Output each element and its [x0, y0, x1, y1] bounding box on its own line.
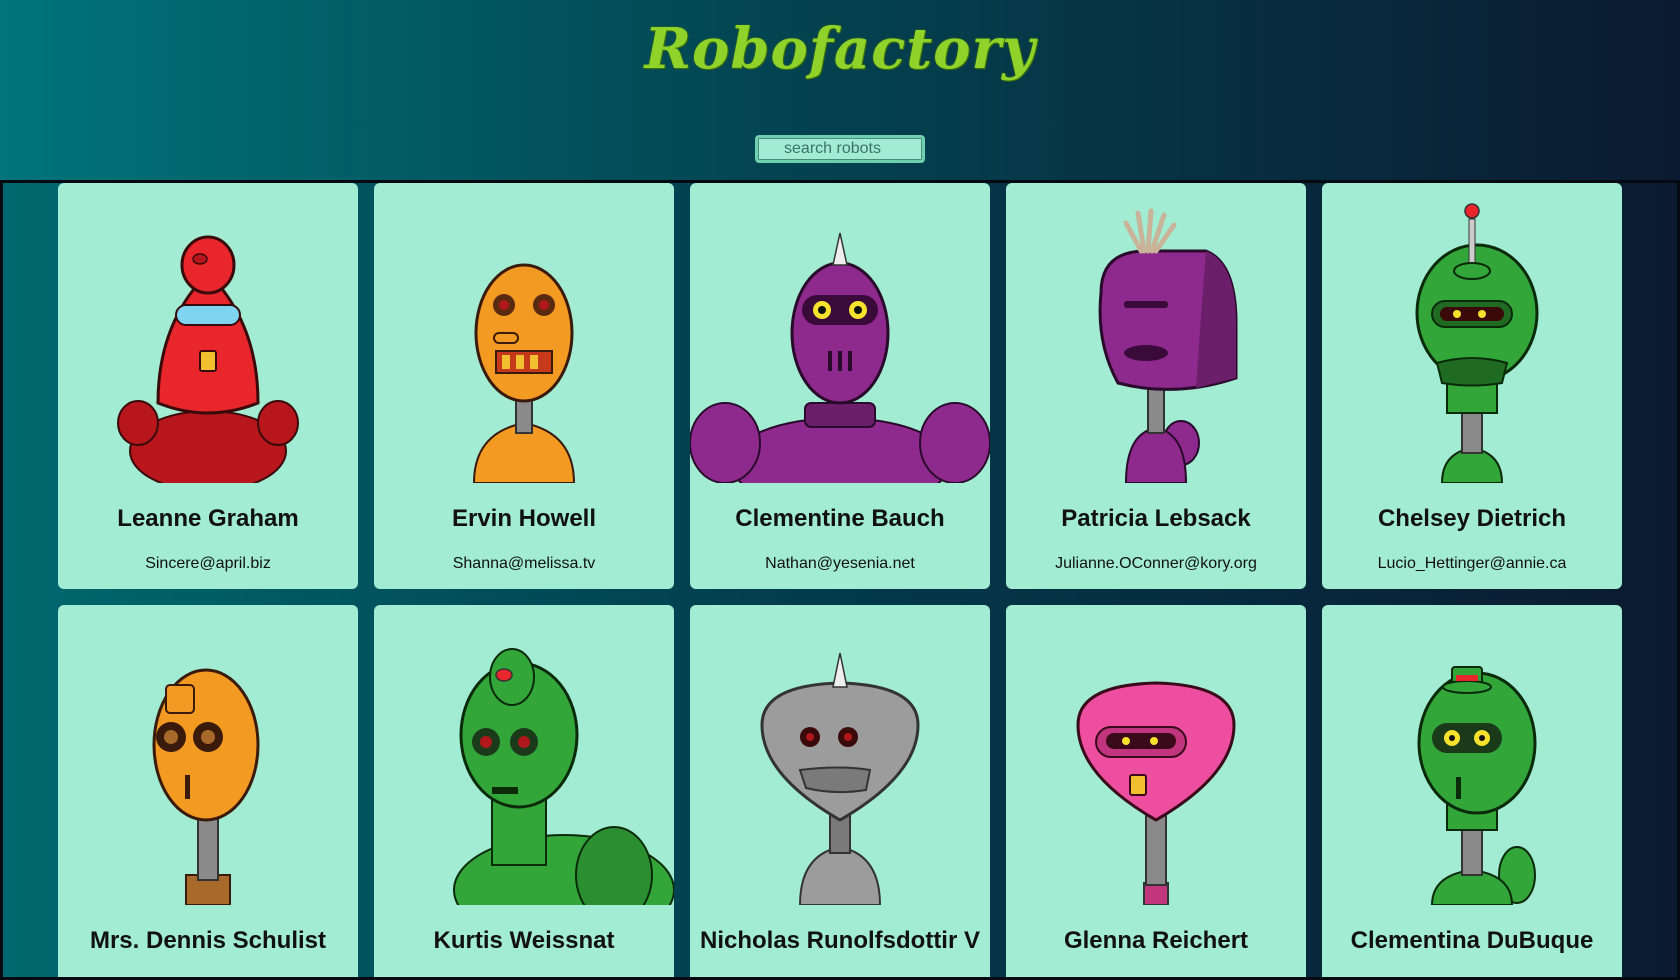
app-header: Robofactory — [0, 0, 1680, 180]
robot-avatar — [760, 652, 920, 905]
robot-name: Patricia Lebsack — [1061, 505, 1251, 532]
robot-name: Leanne Graham — [117, 505, 299, 532]
robot-name: Mrs. Dennis Schulist — [89, 927, 327, 954]
robot-avatar — [152, 668, 260, 905]
robot-avatar — [1076, 681, 1236, 905]
robot-email: Nathan@yesenia.net — [765, 555, 915, 572]
robot-avatar — [117, 235, 299, 483]
robot-card[interactable]: Clementina DuBuque — [1322, 605, 1622, 977]
robot-name: Clementina DuBuque — [1350, 927, 1594, 954]
robot-email: Sincere@april.biz — [145, 555, 271, 572]
robot-avatar — [1417, 666, 1537, 905]
robot-name: Kurtis Weissnat — [433, 927, 615, 954]
robot-email: Lucio_Hettinger@annie.ca — [1377, 555, 1567, 572]
robot-card[interactable]: Nicholas Runolfsdottir V — [690, 605, 990, 977]
robot-card[interactable]: Leanne Graham Sincere@april.biz — [58, 183, 358, 589]
robot-name: Ervin Howell — [451, 505, 597, 532]
robot-name: Clementine Bauch — [735, 505, 945, 532]
robot-card[interactable]: Glenna Reichert — [1006, 605, 1306, 977]
robot-name: Nicholas Runolfsdottir V — [699, 927, 980, 954]
robot-card[interactable]: Mrs. Dennis Schulist — [58, 605, 358, 977]
robot-list: Leanne Graham Sincere@april.biz Ervin Ho… — [0, 180, 1680, 980]
robot-card[interactable]: Ervin Howell Shanna@melissa.tv — [374, 183, 674, 589]
robot-email: Shanna@melissa.tv — [452, 555, 596, 572]
robot-email: Julianne.OConner@kory.org — [1055, 555, 1257, 572]
robot-avatar — [453, 648, 674, 905]
robot-card[interactable]: Clementine Bauch Nathan@yesenia.net — [690, 183, 990, 589]
search-input[interactable] — [755, 135, 925, 163]
robot-card[interactable]: Kurtis Weissnat — [374, 605, 674, 977]
robot-avatar — [690, 232, 990, 483]
robot-avatar — [472, 263, 576, 483]
robofactory-logo: Robofactory — [644, 16, 1036, 82]
robot-card[interactable]: Patricia Lebsack Julianne.OConner@kory.o… — [1006, 183, 1306, 589]
robot-avatar — [1098, 208, 1238, 483]
robot-name: Glenna Reichert — [1063, 927, 1249, 954]
robot-name: Chelsey Dietrich — [1377, 505, 1567, 532]
robot-avatar — [1415, 203, 1539, 483]
robot-card[interactable]: Chelsey Dietrich Lucio_Hettinger@annie.c… — [1322, 183, 1622, 589]
